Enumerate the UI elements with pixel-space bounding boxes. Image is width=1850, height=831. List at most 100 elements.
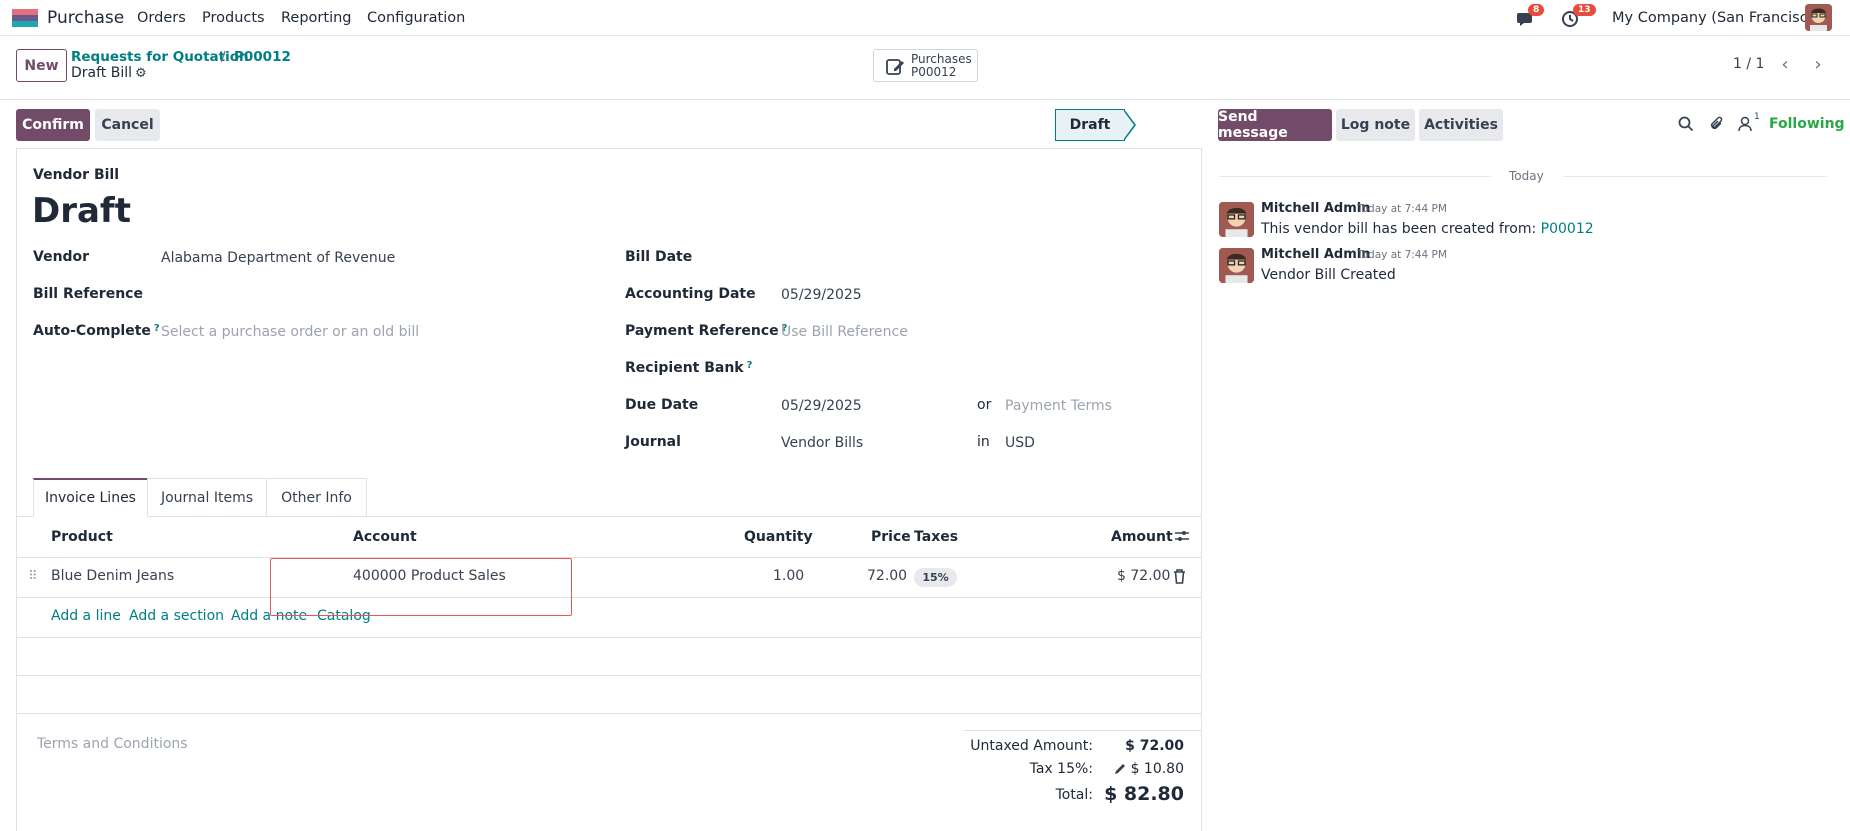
total-value: $ 82.80 — [1104, 783, 1184, 805]
date-separator: Today — [1509, 169, 1544, 183]
bill-date-label: Bill Date — [625, 249, 693, 265]
pager-next-icon[interactable]: › — [1804, 50, 1832, 78]
new-button[interactable]: New — [16, 49, 67, 82]
confirm-button[interactable]: Confirm — [16, 109, 90, 141]
auto-complete-field[interactable]: Select a purchase order or an old bill — [161, 324, 419, 340]
col-quantity[interactable]: Quantity — [744, 529, 813, 545]
status-arrow-inner — [1123, 110, 1134, 140]
tax-label: Tax 15%: — [1029, 761, 1093, 777]
edit-document-icon — [886, 59, 904, 75]
due-date-field[interactable]: 05/29/2025 — [781, 398, 862, 414]
purchases-smart-button[interactable]: Purchases P00012 — [873, 49, 978, 82]
cancel-button[interactable]: Cancel — [95, 109, 160, 141]
date-separator-line — [1563, 176, 1827, 177]
tab-other-info[interactable]: Other Info — [266, 478, 367, 517]
row-divider — [16, 713, 1202, 714]
tab-invoice-lines[interactable]: Invoice Lines — [33, 478, 148, 517]
app-name[interactable]: Purchase — [47, 8, 124, 28]
journal-label: Journal — [625, 434, 681, 450]
menu-products[interactable]: Products — [202, 10, 265, 26]
in-text: in — [977, 434, 990, 450]
payment-terms-field[interactable]: Payment Terms — [1005, 398, 1112, 414]
col-taxes[interactable]: Taxes — [914, 529, 958, 545]
tab-journal-items[interactable]: Journal Items — [147, 478, 267, 517]
message-author[interactable]: Mitchell Admin — [1261, 201, 1370, 216]
tax-value: $ 10.80 — [1130, 761, 1184, 777]
menu-configuration[interactable]: Configuration — [367, 10, 465, 26]
bill-date-field[interactable] — [781, 247, 981, 269]
row-divider — [16, 597, 1202, 598]
pager-value[interactable]: 1 / 1 — [1733, 56, 1764, 72]
add-section-link[interactable]: Add a section — [129, 608, 224, 624]
payment-reference-field[interactable]: Use Bill Reference — [781, 324, 908, 340]
tax-tag[interactable]: 15% — [914, 568, 957, 587]
activities-clock-icon[interactable]: 13 — [1561, 4, 1596, 29]
untaxed-amount-label: Untaxed Amount: — [970, 738, 1093, 754]
row-quantity[interactable]: 1.00 — [773, 568, 804, 584]
activities-button[interactable]: Activities — [1419, 109, 1503, 141]
author-avatar[interactable] — [1219, 202, 1254, 237]
optional-columns-icon[interactable] — [1174, 528, 1190, 544]
top-navbar: Purchase Orders Products Reporting Confi… — [0, 0, 1850, 36]
send-message-button[interactable]: Send message — [1218, 109, 1332, 141]
menu-reporting[interactable]: Reporting — [281, 10, 352, 26]
row-product[interactable]: Blue Denim Jeans — [51, 568, 174, 584]
user-avatar[interactable] — [1805, 4, 1832, 31]
search-icon[interactable] — [1678, 116, 1694, 132]
gear-icon[interactable]: ⚙ — [135, 66, 147, 81]
col-price[interactable]: Price — [871, 529, 911, 545]
bill-reference-label: Bill Reference — [33, 286, 143, 302]
following-button[interactable]: Following — [1769, 116, 1845, 132]
untaxed-amount-value: $ 72.00 — [1125, 738, 1184, 754]
drag-handle-icon[interactable]: ⠿ — [28, 569, 37, 584]
row-divider — [16, 637, 1202, 638]
smart-button-value: P00012 — [911, 65, 957, 79]
breadcrumb-po[interactable]: P00012 — [234, 49, 291, 65]
due-date-label: Due Date — [625, 397, 699, 413]
breadcrumb-current: Draft Bill — [71, 65, 133, 81]
followers-count: 1 — [1754, 112, 1760, 122]
highlight-box — [270, 558, 572, 616]
journal-field[interactable]: Vendor Bills — [781, 435, 863, 451]
message-time: Today at 7:44 PM — [1357, 249, 1447, 261]
apps-menu-icon[interactable] — [12, 9, 38, 27]
menu-orders[interactable]: Orders — [137, 10, 186, 26]
or-text: or — [977, 397, 992, 413]
row-divider — [16, 675, 1202, 676]
payment-reference-label: Payment Reference? — [625, 323, 788, 339]
message-body: This vendor bill has been created from: … — [1261, 221, 1594, 237]
breadcrumb-separator: / — [221, 49, 226, 65]
status-draft[interactable]: Draft — [1055, 109, 1125, 141]
row-price[interactable]: 72.00 — [867, 568, 907, 584]
log-note-button[interactable]: Log note — [1336, 109, 1415, 141]
recipient-bank-field[interactable] — [781, 358, 1181, 380]
vendor-label: Vendor — [33, 249, 90, 265]
vendor-field[interactable]: Alabama Department of Revenue — [161, 250, 395, 266]
header-divider — [16, 557, 1202, 558]
message-link[interactable]: P00012 — [1541, 221, 1594, 237]
bill-reference-field[interactable] — [161, 284, 561, 306]
date-separator-line — [1219, 176, 1491, 177]
help-icon[interactable]: ? — [747, 360, 753, 371]
col-account[interactable]: Account — [353, 529, 417, 545]
messages-badge: 8 — [1528, 4, 1545, 16]
auto-complete-label: Auto-Complete? — [33, 323, 160, 339]
messages-icon[interactable]: 8 — [1516, 4, 1545, 29]
author-avatar[interactable] — [1219, 248, 1254, 283]
col-product[interactable]: Product — [51, 529, 113, 545]
terms-field[interactable]: Terms and Conditions — [37, 736, 188, 752]
followers-icon[interactable] — [1738, 116, 1753, 132]
recipient-bank-label: Recipient Bank? — [625, 360, 753, 376]
pager-previous-icon[interactable]: ‹ — [1771, 50, 1799, 78]
paperclip-icon[interactable] — [1709, 115, 1725, 133]
trash-icon[interactable] — [1173, 569, 1186, 584]
message-time: Today at 7:44 PM — [1357, 203, 1447, 215]
help-icon[interactable]: ? — [154, 323, 160, 334]
totals-divider — [964, 730, 1202, 731]
add-line-link[interactable]: Add a line — [51, 608, 121, 624]
accounting-date-field[interactable]: 05/29/2025 — [781, 287, 862, 303]
company-switcher[interactable]: My Company (San Francisco) — [1612, 10, 1822, 26]
col-amount[interactable]: Amount — [1111, 529, 1173, 545]
currency-field[interactable]: USD — [1005, 435, 1035, 451]
message-author[interactable]: Mitchell Admin — [1261, 247, 1370, 262]
